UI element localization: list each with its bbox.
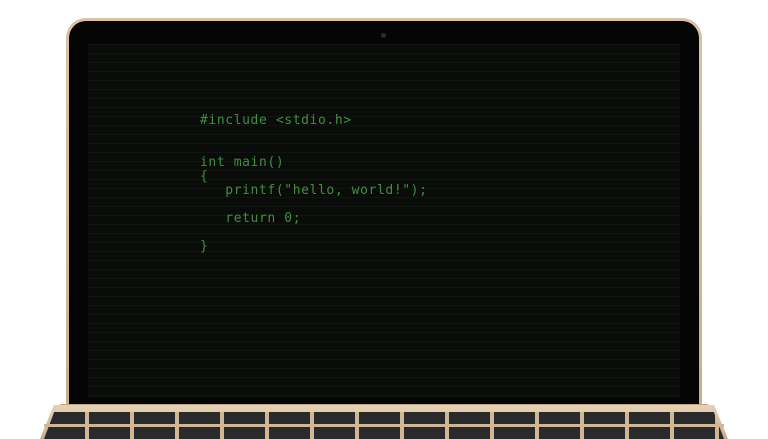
- camera-icon: [381, 33, 386, 38]
- code-line-close-brace: }: [200, 239, 209, 254]
- code-block: #include <stdio.h> int main(){ printf("he…: [200, 114, 428, 254]
- keyboard-row-gap: [44, 424, 724, 427]
- code-line-open-brace: {: [200, 169, 209, 184]
- code-line-return: return 0;: [200, 211, 302, 226]
- code-line-printf: printf("hello, world!");: [200, 183, 428, 198]
- code-line-main: int main(): [200, 155, 285, 170]
- laptop-screen: #include <stdio.h> int main(){ printf("he…: [88, 44, 680, 398]
- code-line-include: #include <stdio.h>: [200, 113, 352, 128]
